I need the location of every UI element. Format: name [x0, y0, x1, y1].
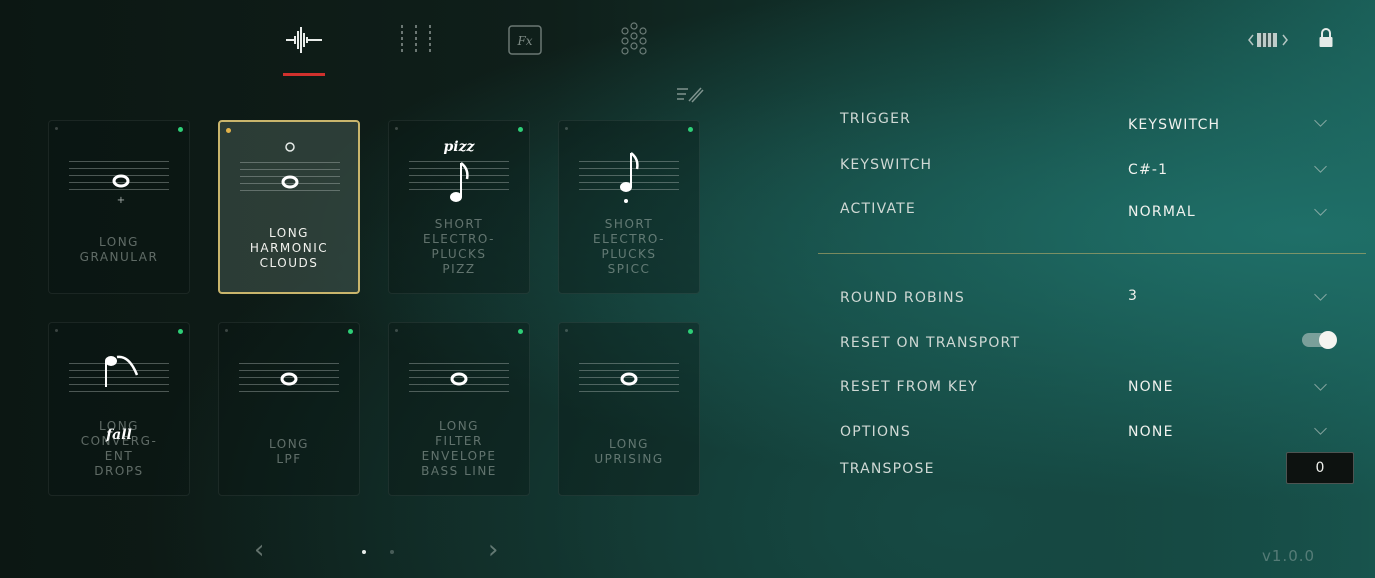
eighth-note-icon — [450, 162, 469, 202]
active-tab-indicator — [283, 73, 325, 76]
activate-label: ACTIVATE — [840, 201, 916, 217]
card-corner-mark — [565, 127, 568, 130]
next-page-button[interactable]: › — [488, 535, 498, 565]
card-label: LONG GRANULAR — [79, 235, 159, 264]
selected-dot — [226, 128, 231, 133]
edit-pencil-icon — [677, 87, 704, 103]
options-label: OPTIONS — [840, 424, 911, 440]
articulation-card-long-lpf[interactable]: LONG LPF — [218, 322, 360, 496]
reset-from-key-dropdown[interactable]: NONE — [1128, 379, 1174, 395]
card-label: LONG LPF — [269, 437, 309, 466]
toggle-knob — [1319, 331, 1337, 349]
articulation-card-long-uprising[interactable]: LONG UPRISING — [558, 322, 700, 496]
dots-grid-icon — [621, 22, 647, 55]
page-dot-active[interactable] — [362, 550, 366, 554]
active-dot — [688, 329, 693, 334]
transpose-label: TRANSPOSE — [840, 461, 935, 477]
chevron-down-icon[interactable] — [1314, 160, 1327, 173]
fall-note-icon — [105, 355, 139, 387]
staccato-eighth-note-icon — [620, 152, 639, 203]
reset-on-transport-toggle[interactable] — [1302, 331, 1337, 349]
pizz-marking: pizz — [443, 139, 475, 155]
page-dot[interactable] — [390, 550, 394, 554]
transpose-input[interactable]: 0 — [1286, 452, 1354, 484]
whole-note-icon — [280, 372, 298, 386]
articulation-card-short-electro-plucks-spicc[interactable]: SHORT ELECTRO- PLUCKS SPICC — [558, 120, 700, 294]
tab-articulation-grid[interactable] — [614, 18, 654, 62]
harmonic-whole-note-icon — [281, 142, 299, 189]
active-dot — [518, 127, 523, 132]
whole-note-icon — [620, 372, 638, 386]
articulation-card-long-harmonic-clouds[interactable]: LONG HARMONIC CLOUDS — [218, 120, 360, 294]
chevron-down-icon[interactable] — [1314, 288, 1327, 301]
card-corner-mark — [565, 329, 568, 332]
chevron-down-icon[interactable] — [1314, 378, 1327, 391]
card-label: LONG CONVERG- ENT DROPS — [80, 419, 158, 478]
active-dot — [178, 127, 183, 132]
whole-note-icon: + — [112, 174, 130, 205]
keyswitch-dropdown[interactable]: C#-1 — [1128, 162, 1168, 178]
card-corner-mark — [55, 127, 58, 130]
reset-from-key-label: RESET FROM KEY — [840, 379, 979, 395]
lock-icon — [1319, 28, 1333, 47]
version-label: v1.0.0 — [1262, 547, 1316, 565]
chevron-down-icon[interactable] — [1314, 422, 1327, 435]
mixer-sliders-icon — [401, 25, 431, 55]
active-dot — [178, 329, 183, 334]
active-dot — [348, 329, 353, 334]
card-corner-mark — [55, 329, 58, 332]
whole-note-icon — [450, 372, 468, 386]
card-corner-mark — [395, 127, 398, 130]
waveform-icon — [286, 27, 322, 53]
keyboard-range-button[interactable] — [1247, 30, 1291, 54]
chevron-down-icon[interactable] — [1314, 203, 1327, 216]
section-divider — [818, 253, 1366, 254]
articulation-card-long-granular[interactable]: + LONG GRANULAR — [48, 120, 190, 294]
svg-text:+: + — [117, 195, 125, 205]
card-corner-mark — [395, 329, 398, 332]
articulation-card-short-electro-plucks-pizz[interactable]: pizz SHORT ELECTRO- PLUCKS PIZZ — [388, 120, 530, 294]
chevron-down-icon[interactable] — [1314, 114, 1327, 127]
round-robins-label: ROUND ROBINS — [840, 290, 965, 306]
trigger-label: TRIGGER — [840, 111, 912, 127]
activate-dropdown[interactable]: NORMAL — [1128, 204, 1196, 220]
active-dot — [688, 127, 693, 132]
card-label: LONG HARMONIC CLOUDS — [249, 226, 329, 270]
keyswitch-label: KEYSWITCH — [840, 157, 933, 173]
card-corner-mark — [225, 329, 228, 332]
svg-text:Fx: Fx — [516, 34, 532, 48]
card-label: SHORT ELECTRO- PLUCKS SPICC — [592, 217, 665, 276]
card-label: LONG FILTER ENVELOPE BASS LINE — [421, 419, 497, 478]
edit-articulations-button[interactable] — [676, 84, 706, 108]
reset-on-transport-label: RESET ON TRANSPORT — [840, 335, 1021, 351]
fx-icon: Fx — [508, 25, 542, 55]
keyboard-range-icon — [1248, 33, 1288, 47]
tab-waveform[interactable] — [284, 18, 324, 62]
active-dot — [518, 329, 523, 334]
lock-button[interactable] — [1318, 27, 1334, 53]
options-dropdown[interactable]: NONE — [1128, 424, 1174, 440]
prev-page-button[interactable]: ‹ — [254, 535, 264, 565]
card-label: LONG UPRISING — [594, 437, 664, 466]
tab-mixer[interactable] — [396, 18, 436, 62]
tab-fx[interactable]: Fx — [505, 18, 545, 62]
articulation-card-long-convergent-drops[interactable]: fall LONG CONVERG- ENT DROPS — [48, 322, 190, 496]
round-robins-dropdown[interactable]: 3 — [1128, 288, 1138, 304]
articulation-card-long-filter-envelope-bass-line[interactable]: LONG FILTER ENVELOPE BASS LINE — [388, 322, 530, 496]
trigger-dropdown[interactable]: KEYSWITCH — [1128, 117, 1220, 133]
card-label: SHORT ELECTRO- PLUCKS PIZZ — [422, 217, 495, 276]
